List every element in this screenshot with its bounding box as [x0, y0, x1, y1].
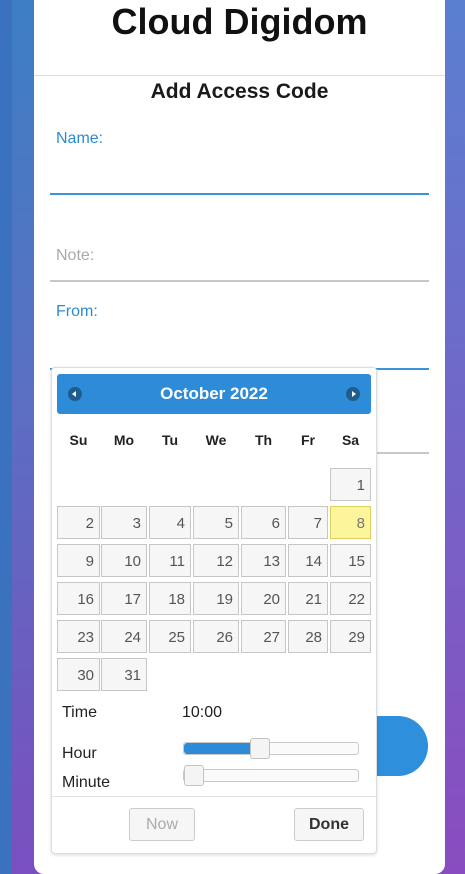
day-cell-19[interactable]: 19	[193, 582, 239, 615]
title-divider	[34, 75, 445, 76]
weekday-fr: Fr	[301, 432, 315, 448]
day-cell-12[interactable]: 12	[193, 544, 239, 577]
day-cell-28[interactable]: 28	[288, 620, 328, 653]
form-title: Add Access Code	[150, 80, 329, 103]
day-cell-22[interactable]: 22	[330, 582, 371, 615]
background-right	[443, 0, 465, 874]
month-year-title: October 2022	[160, 384, 268, 403]
minute-slider-handle[interactable]	[184, 765, 204, 786]
weekday-we: We	[205, 432, 227, 448]
day-cell-3[interactable]: 3	[101, 506, 147, 539]
day-cell-31[interactable]: 31	[101, 658, 147, 691]
day-cell-30[interactable]: 30	[57, 658, 100, 691]
note-label: Note:	[56, 247, 95, 264]
now-button[interactable]: Now	[129, 808, 195, 841]
day-cell-6[interactable]: 6	[241, 506, 286, 539]
prev-month-icon[interactable]	[68, 387, 82, 401]
hour-label: Hour	[62, 745, 97, 762]
day-cell-16[interactable]: 16	[57, 582, 100, 615]
day-cell-9[interactable]: 9	[57, 544, 100, 577]
day-cell-20[interactable]: 20	[241, 582, 286, 615]
day-cell-4[interactable]: 4	[149, 506, 191, 539]
datepicker: October 2022 Su Mo Tu We Th Fr Sa 1 2 3 4 5 6 7 8 9 10 1…	[51, 367, 377, 854]
note-input[interactable]	[50, 280, 429, 282]
day-cell-7[interactable]: 7	[288, 506, 328, 539]
hour-slider-handle[interactable]	[250, 738, 270, 759]
day-cell-8[interactable]: 8	[330, 506, 371, 539]
minute-slider[interactable]	[183, 765, 359, 786]
day-cell-17[interactable]: 17	[101, 582, 147, 615]
weekday-tu: Tu	[161, 432, 179, 448]
done-button[interactable]: Done	[294, 808, 364, 841]
time-value: 10:00	[182, 704, 223, 721]
day-cell-21[interactable]: 21	[288, 582, 328, 615]
hour-slider-fill	[184, 743, 260, 754]
day-cell-24[interactable]: 24	[101, 620, 147, 653]
hour-slider[interactable]	[183, 738, 359, 759]
datepicker-header: October 2022	[57, 374, 371, 414]
day-cell-11[interactable]: 11	[149, 544, 191, 577]
day-cell-1[interactable]: 1	[330, 468, 371, 501]
weekday-sa: Sa	[341, 432, 360, 448]
minute-label: Minute	[62, 774, 111, 791]
weekday-su: Su	[69, 432, 88, 448]
day-cell-29[interactable]: 29	[330, 620, 371, 653]
day-cell-15[interactable]: 15	[330, 544, 371, 577]
day-cell-18[interactable]: 18	[149, 582, 191, 615]
day-cell-5[interactable]: 5	[193, 506, 239, 539]
day-cell-10[interactable]: 10	[101, 544, 147, 577]
day-cell-23[interactable]: 23	[57, 620, 100, 653]
weekday-mo: Mo	[113, 432, 135, 448]
day-cell-27[interactable]: 27	[241, 620, 286, 653]
background-left	[0, 0, 12, 874]
name-input[interactable]	[50, 193, 429, 195]
weekday-th: Th	[254, 432, 273, 448]
app-title: Cloud Digidom	[111, 1, 368, 42]
button-bar-divider	[52, 796, 376, 797]
name-label: Name:	[56, 130, 104, 147]
day-cell-25[interactable]: 25	[149, 620, 191, 653]
day-cell-26[interactable]: 26	[193, 620, 239, 653]
from-label: From:	[56, 303, 98, 320]
time-label: Time	[62, 704, 97, 721]
day-cell-14[interactable]: 14	[288, 544, 328, 577]
day-cell-2[interactable]: 2	[57, 506, 100, 539]
next-month-icon[interactable]	[346, 387, 360, 401]
day-cell-13[interactable]: 13	[241, 544, 286, 577]
